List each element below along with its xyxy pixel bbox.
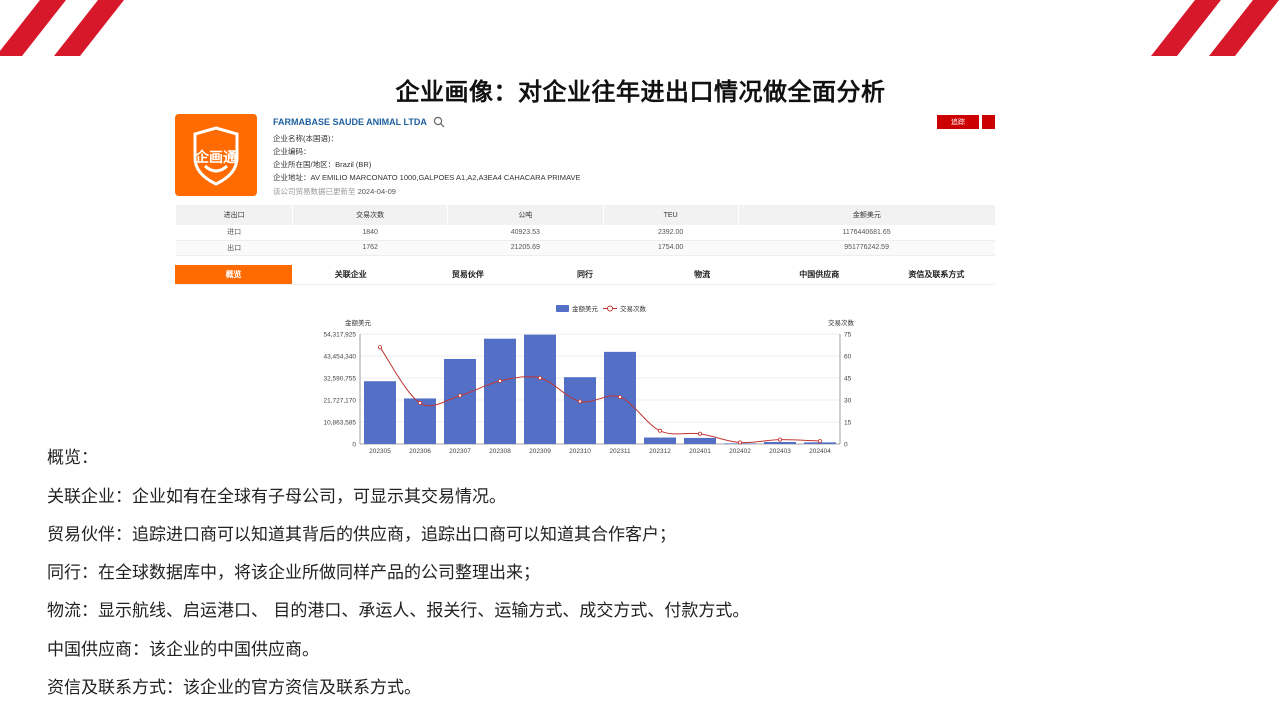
company-tabs: 概览 关联企业 贸易伙伴 同行 物流 中国供应商 资信及联系方式 xyxy=(175,265,995,285)
x-tick-label: 202308 xyxy=(489,448,511,455)
track-dropdown-button[interactable] xyxy=(982,115,995,129)
x-tick-label: 202310 xyxy=(569,448,591,455)
y-tick-right: 75 xyxy=(844,331,852,338)
company-name[interactable]: FARMABASE SAUDE ANIMAL LTDA xyxy=(273,117,427,127)
bar xyxy=(364,381,396,444)
desc-trade-partners: 贸易伙伴：追踪进口商可以知道其背后的供应商，追踪出口商可以知道其合作客户； xyxy=(47,525,676,545)
bar xyxy=(484,338,516,444)
desc-logistics: 物流：显示航线、启运港口、 目的港口、承运人、报关行、运输方式、成交方式、付款方… xyxy=(47,601,750,621)
legend-label-bar: 金额美元 xyxy=(572,304,599,313)
y-tick-right: 30 xyxy=(844,397,852,404)
corner-stripes-left xyxy=(0,0,124,56)
update-note: 该公司贸易数据已更新至 2024-04-09 xyxy=(273,187,396,196)
field-country: 企业所在国/地区：Brazil (BR) xyxy=(273,160,372,169)
y-tick-right: 45 xyxy=(844,375,852,382)
line-point xyxy=(657,428,662,433)
col-header: 交易次数 xyxy=(292,205,448,225)
desc-related-companies: 关联企业：企业如有在全球有子母公司，可显示其交易情况。 xyxy=(47,487,506,507)
line-point xyxy=(617,395,622,400)
field-company-code: 企业编码： xyxy=(273,147,311,156)
trade-chart: 金额美元 交易次数金额美元 交易次数0 010,863,585 1521,727,170… xyxy=(323,304,855,455)
tab-credit-contact[interactable]: 资信及联系方式 xyxy=(878,265,995,284)
y-axis-left-title: 金额美元 xyxy=(345,318,372,327)
table-cell: 出口 xyxy=(175,240,293,256)
y-tick-left: 43,454,340 xyxy=(323,353,356,360)
bar xyxy=(684,437,716,444)
table-row: 进口 1840 40923.53 2392.00 1176440681.65 xyxy=(175,225,995,241)
legend-swatch-bar xyxy=(556,305,569,312)
tab-china-suppliers[interactable]: 中国供应商 xyxy=(761,265,878,284)
tab-peers[interactable]: 同行 xyxy=(526,265,643,284)
y-tick-left: 10,863,585 xyxy=(323,419,356,426)
x-tick-label: 202312 xyxy=(649,448,671,455)
slide-title: 企业画像：对企业往年进出口情况做全面分析 xyxy=(395,78,886,106)
tab-trade-partners[interactable]: 贸易伙伴 xyxy=(409,265,526,284)
desc-credit-contact: 资信及联系方式：该企业的官方资信及联系方式。 xyxy=(47,678,421,698)
y-axis-right-title: 交易次数 xyxy=(828,318,855,327)
corner-stripes-right xyxy=(1151,0,1279,56)
y-tick-left: 32,590,755 xyxy=(323,375,356,382)
x-tick-label: 202402 xyxy=(729,448,751,455)
line-point xyxy=(818,439,823,444)
y-tick-right: 15 xyxy=(844,419,852,426)
search-icon[interactable] xyxy=(433,116,445,128)
field-local-name: 企业名称(本国语)： xyxy=(273,134,338,143)
table-cell: 40923.53 xyxy=(447,225,604,241)
bar xyxy=(444,358,476,444)
line-point xyxy=(378,345,383,350)
logo-text: 企画通 xyxy=(195,150,237,166)
y-tick-right: 60 xyxy=(844,353,852,360)
line-point xyxy=(737,440,742,445)
bar xyxy=(524,334,556,444)
x-tick-label: 202311 xyxy=(609,448,631,455)
tab-related-companies[interactable]: 关联企业 xyxy=(292,265,409,284)
tab-logistics[interactable]: 物流 xyxy=(644,265,761,284)
table-cell: 1762 xyxy=(292,240,448,256)
line-point xyxy=(497,378,502,383)
y-tick-left: 54,317,925 xyxy=(323,331,356,338)
tab-overview[interactable]: 概览 xyxy=(175,265,293,284)
line-point xyxy=(577,399,582,404)
col-header: TEU xyxy=(602,205,739,225)
line-point xyxy=(537,376,542,381)
table-cell: 21205.69 xyxy=(447,240,604,256)
y-tick-right: 0 xyxy=(844,441,848,448)
col-header: 公吨 xyxy=(446,205,604,225)
table-header-row: 进出口 交易次数 公吨 TEU 金额美元 xyxy=(174,205,995,225)
col-header: 进出口 xyxy=(174,205,293,225)
table-cell: 1176440681.65 xyxy=(738,225,995,241)
field-address: 企业地址：AV EMILIO MARCONATO 1000,GALPOES A1… xyxy=(273,173,581,182)
table-cell: 1840 xyxy=(292,225,448,241)
desc-china-suppliers: 中国供应商：该企业的中国供应商。 xyxy=(47,640,319,660)
line-point xyxy=(697,431,702,436)
x-tick-label: 202404 xyxy=(809,448,831,455)
legend-label-line: 交易次数 xyxy=(620,304,647,313)
desc-overview: 概览： xyxy=(47,448,98,468)
col-header: 金额美元 xyxy=(737,205,995,225)
legend-marker-line xyxy=(607,305,613,312)
bar xyxy=(764,441,796,444)
x-tick-label: 202307 xyxy=(449,448,471,455)
line-point xyxy=(457,393,462,398)
line-point xyxy=(777,437,782,442)
table-row: 出口 1762 21205.69 1754.00 951776242.59 xyxy=(175,240,995,256)
desc-peers: 同行：在全球数据库中，将该企业所做同样产品的公司整理出来； xyxy=(47,563,540,583)
bar xyxy=(564,377,596,444)
x-tick-label: 202401 xyxy=(689,448,711,455)
company-logo: 企画通 xyxy=(175,114,257,196)
table-cell: 2392.00 xyxy=(603,225,739,241)
y-tick-left: 21,727,170 xyxy=(323,397,356,404)
track-button[interactable]: 追踪 xyxy=(937,115,979,129)
bar xyxy=(644,437,676,444)
x-tick-label: 202309 xyxy=(529,448,551,455)
x-tick-label: 202306 xyxy=(409,448,431,455)
x-tick-label: 202305 xyxy=(369,448,391,455)
line-point xyxy=(418,400,423,405)
x-tick-label: 202403 xyxy=(769,448,791,455)
y-tick-left: 0 xyxy=(352,441,356,448)
table-cell: 进口 xyxy=(175,225,293,241)
table-cell: 951776242.59 xyxy=(738,240,995,256)
trade-summary-table: 进出口 交易次数 公吨 TEU 金额美元 进口 1840 40923.53 23… xyxy=(174,205,995,256)
table-cell: 1754.00 xyxy=(603,240,739,256)
